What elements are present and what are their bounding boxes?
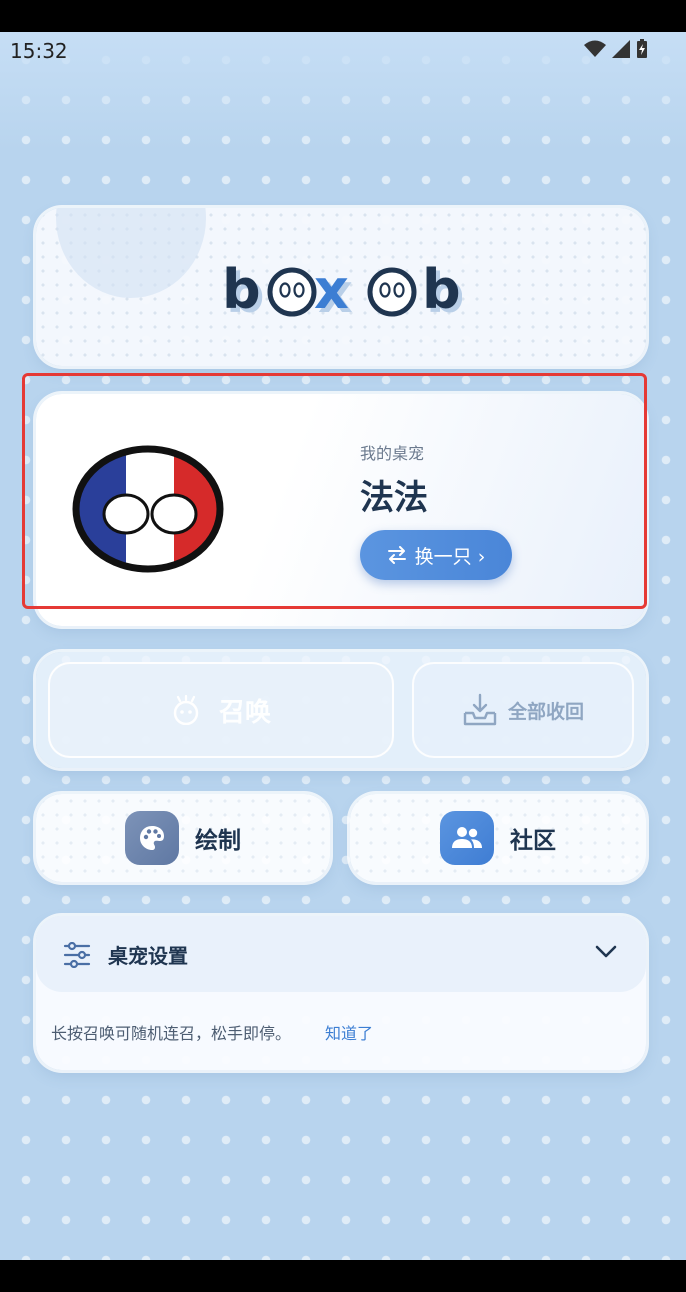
highlight-box <box>22 373 647 609</box>
draw-label: 绘制 <box>195 828 241 854</box>
top-black-bar <box>0 0 686 32</box>
palette-icon <box>140 826 164 850</box>
settings-header[interactable]: 桌宠设置 <box>36 916 646 992</box>
settings-card: 桌宠设置 长按召唤可随机连召，松手即停。 知道了 <box>36 916 646 1070</box>
people-icon <box>452 827 482 848</box>
app-screen: 15:32 b b x x b b 我的桌宠 法法 换一只 › 召唤 全部收回 … <box>0 32 686 1260</box>
action-card: 召唤 全部收回 <box>36 652 646 768</box>
inbox-download-icon <box>463 693 497 726</box>
draw-card[interactable]: 绘制 <box>36 794 330 882</box>
battery-icon <box>637 39 647 58</box>
recall-all-button[interactable]: 全部收回 <box>412 662 634 758</box>
status-icons <box>584 39 648 59</box>
dismiss-tip-link[interactable]: 知道了 <box>325 1020 373 1044</box>
boxob-logo: b b x x b b <box>222 258 462 324</box>
community-card[interactable]: 社区 <box>350 794 646 882</box>
svg-text:b: b <box>422 258 461 321</box>
settings-title: 桌宠设置 <box>108 944 188 968</box>
decorative-blob <box>56 208 206 298</box>
signal-icon <box>612 40 630 58</box>
chevron-down-icon[interactable] <box>595 945 617 959</box>
logo-card: b b x x b b <box>36 208 646 366</box>
draw-icon-box <box>125 811 179 865</box>
community-label: 社区 <box>510 828 556 854</box>
settings-tip-text: 长按召唤可随机连召，松手即停。 <box>51 1024 292 1043</box>
summon-button[interactable]: 召唤 <box>48 662 394 758</box>
wifi-icon <box>584 40 606 57</box>
status-bar: 15:32 <box>0 32 686 64</box>
status-time: 15:32 <box>10 39 68 63</box>
sliders-icon <box>63 942 91 968</box>
pet-face-icon <box>173 695 199 725</box>
summon-label: 召唤 <box>218 697 271 728</box>
community-icon-box <box>440 811 494 865</box>
bottom-black-bar <box>0 1260 686 1292</box>
recall-label: 全部收回 <box>507 700 584 723</box>
svg-text:x: x <box>314 258 349 321</box>
svg-text:b: b <box>222 258 261 321</box>
